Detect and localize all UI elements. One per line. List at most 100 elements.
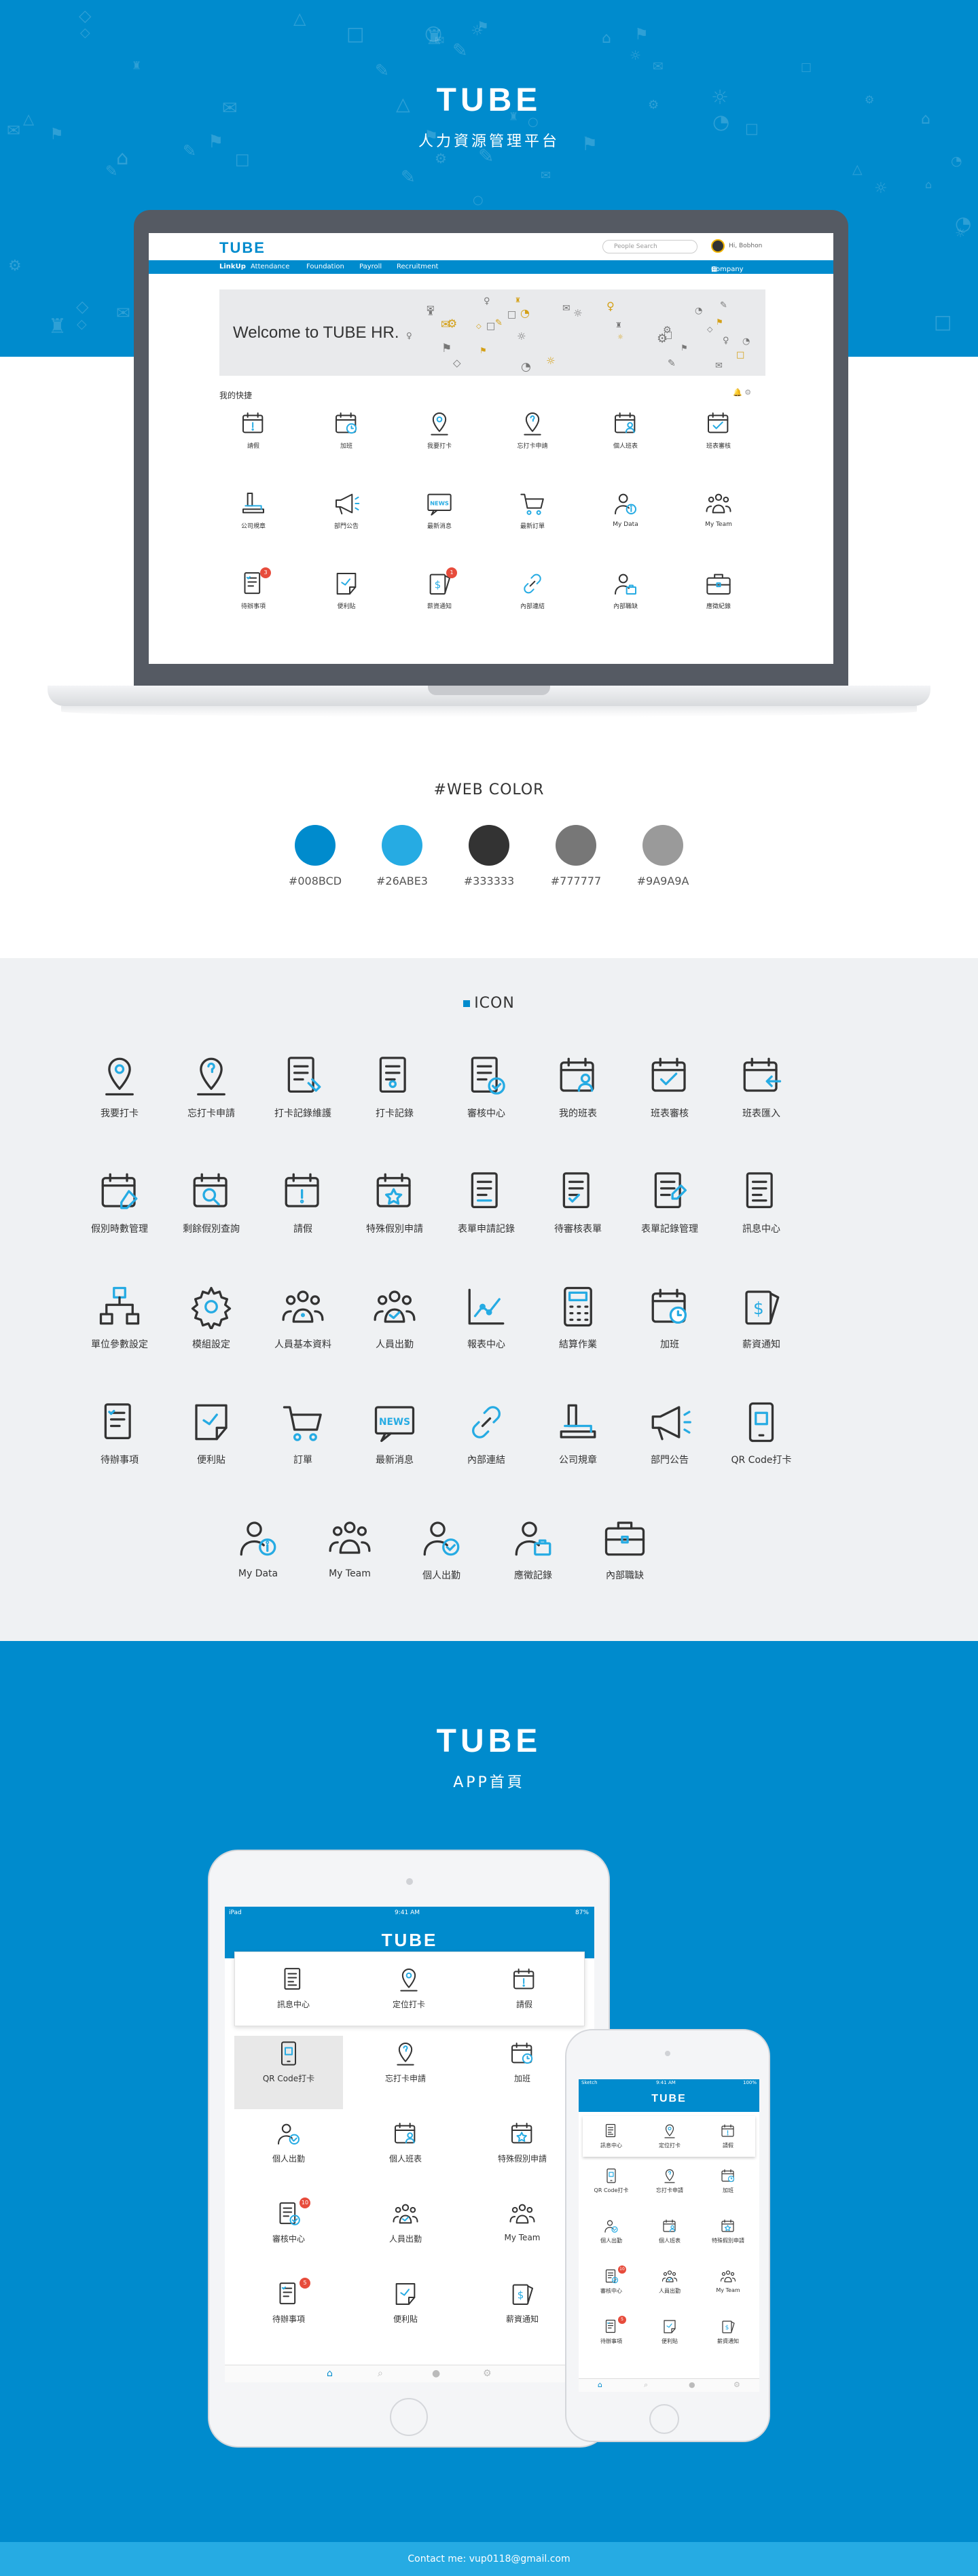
quick-item-label: 忘打卡申請 [517,443,548,450]
quick-item[interactable]: My Team [685,490,753,528]
quick-item[interactable]: 個人班表 [592,410,659,450]
app-top-item[interactable]: 定位打卡 [355,1966,463,2010]
quick-item-label: 個人班表 [613,443,638,450]
cart-icon [519,490,546,517]
app-grid-item[interactable]: 個人班表 [351,2120,460,2164]
banner-decor-icon: ♜ [515,297,521,304]
team-check-icon [662,2268,678,2284]
app-top-item[interactable]: 請假 [470,1966,579,2010]
bell-gear-icon[interactable]: 🔔 ⚙ [733,388,751,397]
phone-top-item[interactable]: 訊息中心 [581,2123,641,2149]
tablet-home-button [390,2398,428,2436]
app-subtitle: APP首頁 [453,1774,525,1791]
app-grid-item[interactable]: 特殊假別申請 [468,2120,577,2164]
banner-decor-icon: ◔ [520,306,530,319]
settings-icon[interactable]: ⚙ [483,2368,492,2379]
phone-top-item[interactable]: 請假 [698,2123,758,2149]
quick-item[interactable]: 我要打卡 [405,410,473,450]
user-menu[interactable]: Hi, Bobhon [711,239,762,253]
doc-check-icon [275,2200,302,2227]
phone-grid-item[interactable]: 忘打卡申請 [640,2168,700,2194]
quick-item[interactable]: 內部連結 [499,570,566,610]
quick-item-label: 內部連結 [520,603,545,610]
app-grid-item[interactable]: 審核中心 10 [234,2198,343,2244]
app-grid-item[interactable]: 加班 [468,2040,577,2084]
quick-item[interactable]: 公司規章 [219,490,287,530]
app-grid-item[interactable]: 人員出勤 [351,2200,460,2244]
salary-icon: $ [739,1284,784,1329]
phone-grid-item[interactable]: 待辦事項 5 [581,2316,641,2345]
nav-payroll[interactable]: Payroll [359,263,382,270]
nav-foundation[interactable]: Foundation [306,263,344,270]
quick-item[interactable]: 部門公告 [312,490,380,530]
quick-item[interactable]: 待辦事項 3 [219,567,287,610]
quick-item[interactable]: $ 薪資通知 1 [405,567,473,610]
quick-item[interactable]: 應徵紀錄 [685,570,753,610]
team-icon [509,2200,536,2227]
nav-attendance[interactable]: Attendance [251,263,289,270]
person-icon[interactable]: ● [432,2368,440,2379]
quick-item[interactable]: 便利貼 [312,570,380,610]
quick-item[interactable]: 內部職缺 [592,570,659,610]
app-top-item[interactable]: 訊息中心 [239,1966,348,2010]
calendar-clock-icon [647,1284,692,1329]
icon-label: 加班 [660,1339,679,1350]
quick-item[interactable]: 加班 [312,410,380,450]
search-icon[interactable]: ⌕ [644,2380,648,2390]
app-grid-item[interactable]: QR Code打卡 [234,2036,343,2109]
color-code: #333333 [463,875,515,887]
settings-icon[interactable]: ⚙ [734,2380,740,2389]
icon-label: 假別時數管理 [91,1224,148,1235]
user-info-icon [612,490,639,517]
search-icon[interactable]: ⌕ [378,2368,383,2379]
background-decor-icon: □ [235,151,250,169]
location-pin-icon [426,410,453,437]
phone-grid-item[interactable]: 便利貼 [640,2318,700,2345]
app-grid-item[interactable]: 便利貼 [351,2280,460,2325]
phone-grid-item[interactable]: 個人班表 [640,2218,700,2244]
phone-grid-item[interactable]: 加班 [698,2168,758,2194]
quick-item[interactable]: 最新訂單 [499,490,566,530]
phone-grid-item[interactable]: 個人出勤 [581,2218,641,2244]
phone-grid-item[interactable]: My Team [698,2268,758,2293]
people-search-input[interactable]: People Search [602,240,698,253]
web-logo[interactable]: TUBE [219,239,266,257]
location-question-icon [189,1053,234,1098]
quick-item[interactable]: 班表審核 [685,410,753,450]
home-icon[interactable]: ⌂ [327,2368,333,2379]
app-grid-item[interactable]: 待辦事項 5 [234,2278,343,2325]
stamp-icon [556,1400,600,1445]
quick-item[interactable]: My Data [592,490,659,528]
quick-item-label: 薪資通知 [427,603,452,610]
phone-grid-item[interactable]: QR Code打卡 [581,2168,641,2194]
app-item-label: 請假 [515,2000,532,2009]
phone-item-label: 審核中心 [600,2288,622,2294]
banner-decor-icon: ⚑ [479,346,487,355]
app-grid-item[interactable]: 個人出勤 [234,2120,343,2164]
laptop-screen: TUBE People Search Hi, Bobhon LinkUp Att… [149,233,833,664]
calendar-star-icon [509,2120,536,2147]
phone-item-label: 忘打卡申請 [656,2187,683,2193]
salary-icon: $ [509,2280,536,2308]
location-pin-icon [395,1966,422,1993]
phone-grid-item[interactable]: 特殊假別申請 [698,2218,758,2244]
nav-recruitment[interactable]: Recruitment [397,263,438,270]
phone-grid-item[interactable]: 人員出勤 [640,2268,700,2295]
phone-grid-item[interactable]: 審核中心 10 [581,2265,641,2295]
phone-grid-item[interactable]: $ 薪資通知 [698,2318,758,2345]
line-chart-icon [464,1284,509,1329]
app-grid-item[interactable]: 忘打卡申請 [351,2040,460,2084]
app-grid-item[interactable]: $ 薪資通知 [468,2280,577,2325]
tab-bar: ⌂ ⌕ ● ⚙ [225,2365,594,2382]
app-grid-item[interactable]: My Team [468,2200,577,2242]
quick-item[interactable]: NEWS 最新消息 [405,490,473,530]
calendar-star-icon [720,2218,736,2234]
nav-linkup[interactable]: LinkUp [219,263,246,270]
phone-top-item[interactable]: 定位打卡 [640,2123,700,2149]
quick-item[interactable]: 忘打卡申請 [499,410,566,450]
person-icon[interactable]: ● [689,2380,695,2389]
home-icon[interactable]: ⌂ [598,2380,602,2389]
app-item-label: My Team [504,2233,541,2242]
quick-item[interactable]: 請假 [219,410,287,450]
notification-badge: 5 [300,2278,310,2289]
